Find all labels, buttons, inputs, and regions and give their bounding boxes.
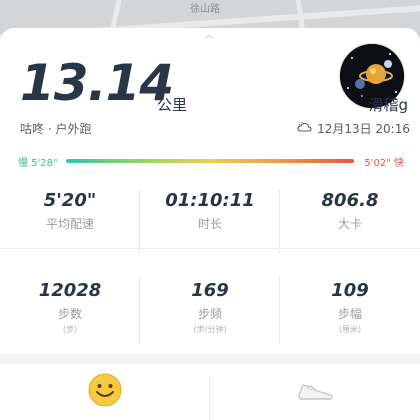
stat-duration: 01:10:11 时长	[140, 190, 280, 232]
divider	[279, 190, 280, 254]
distance-value: 13.14	[20, 54, 174, 112]
stat-value: 109	[331, 280, 369, 301]
distance-unit: 公里	[157, 96, 188, 114]
stat-value: 5'20"	[43, 190, 97, 211]
divider	[279, 276, 280, 344]
stat-calories: 806.8 大卡	[280, 190, 420, 232]
stat-label: 平均配速	[45, 217, 94, 231]
stat-value: 806.8	[321, 190, 379, 211]
activity-datetime: 12月13日 20:16	[317, 122, 410, 136]
divider	[139, 276, 140, 344]
stat-label: 步幅	[337, 307, 362, 321]
stat-unit: (步)	[62, 325, 78, 334]
map-street-label: 徐山路	[190, 4, 220, 15]
stat-value: 169	[191, 280, 229, 301]
section-separator	[0, 354, 420, 364]
stat-label: 步频	[197, 307, 222, 321]
stat-cadence: 169 步频 (步/分钟)	[140, 280, 280, 335]
tab-feeling[interactable]	[0, 364, 210, 420]
divider	[0, 248, 420, 249]
stat-unit: (步/分钟)	[193, 325, 227, 334]
pace-fast-label: 5'02" 快	[364, 158, 404, 169]
pace-gradient-bar	[66, 159, 354, 163]
pace-slow-label: 慢 5'28"	[18, 158, 58, 169]
chevron-up-icon[interactable]: ︿	[202, 31, 216, 41]
stat-label: 步数	[57, 307, 82, 321]
smiley-icon	[88, 373, 122, 411]
divider	[139, 190, 140, 254]
username: 滑稽g	[368, 96, 408, 114]
stat-stride: 109 步幅 (厘米)	[280, 280, 420, 335]
stat-steps: 12028 步数 (步)	[0, 280, 140, 335]
sneaker-icon	[295, 375, 335, 409]
stat-value: 01:10:11	[165, 190, 255, 211]
datetime-row: 12月13日 20:16	[297, 120, 410, 137]
weather-cloud-night-icon	[297, 121, 313, 136]
stat-label: 大卡	[337, 217, 362, 231]
tab-shoes[interactable]	[210, 364, 420, 420]
pace-range: 慢 5'28" 5'02" 快	[18, 154, 404, 169]
stat-value: 12028	[38, 280, 102, 301]
stat-unit: (厘米)	[338, 325, 362, 334]
activity-type: 咕咚 · 户外跑	[20, 122, 92, 136]
stat-average-pace: 5'20" 平均配速	[0, 190, 140, 232]
stat-label: 时长	[197, 217, 222, 231]
